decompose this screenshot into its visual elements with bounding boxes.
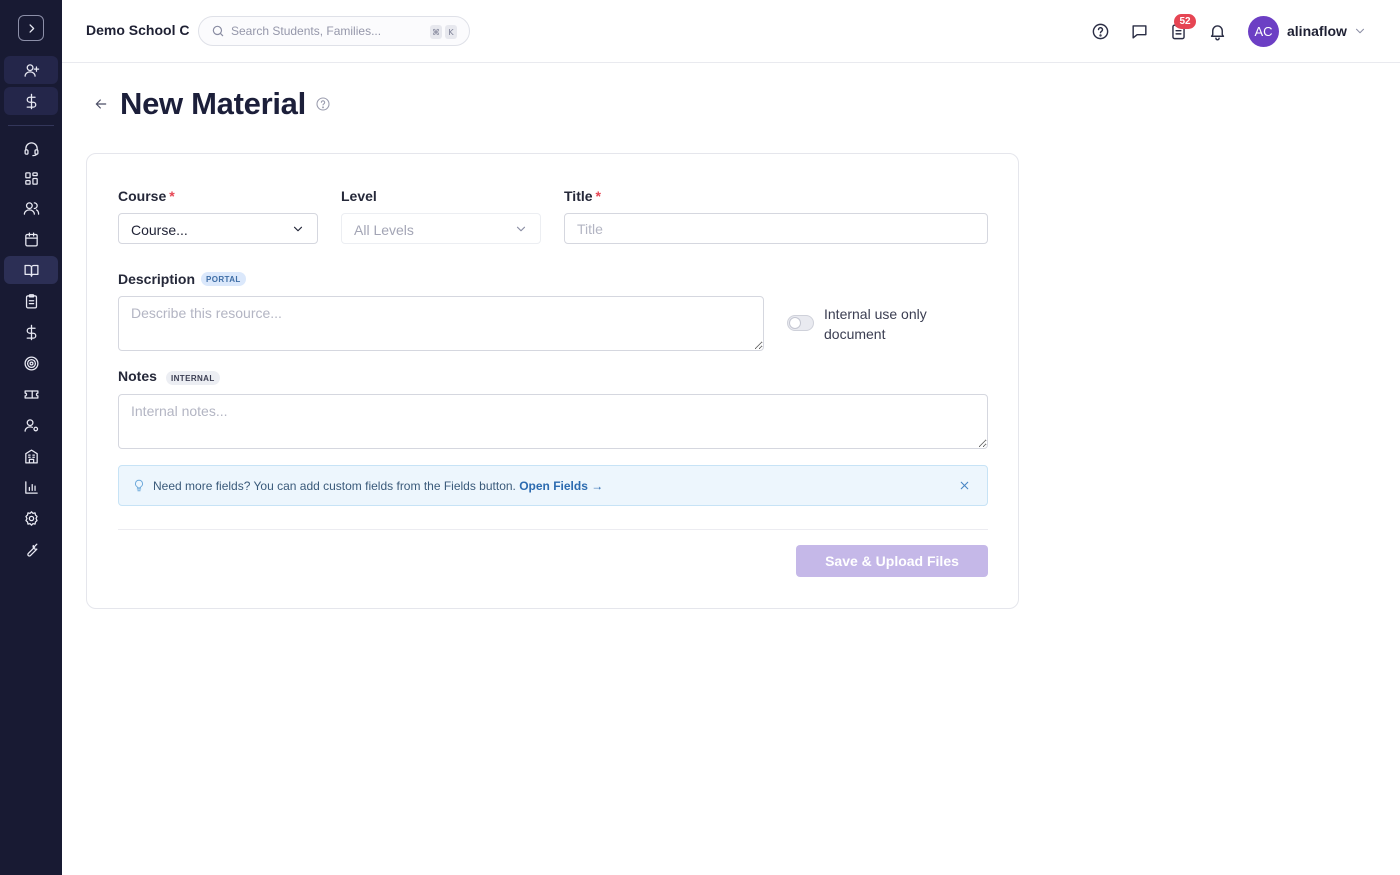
message-square-icon	[1131, 24, 1147, 39]
chevron-down-icon[interactable]	[1353, 24, 1367, 43]
gear-icon	[24, 510, 38, 526]
dollar-icon	[26, 93, 36, 109]
close-icon[interactable]	[958, 479, 971, 497]
title-label-text: Title	[564, 188, 593, 204]
sidebar-item-people[interactable]	[4, 194, 58, 222]
clipboard-icon	[25, 293, 37, 309]
notes-textarea[interactable]	[118, 394, 988, 449]
required-marker: *	[169, 188, 175, 204]
sidebar-item-support[interactable]	[4, 134, 58, 162]
headset-icon	[23, 141, 39, 156]
internal-badge: INTERNAL	[166, 371, 220, 385]
ticket-icon	[23, 389, 39, 399]
portal-badge: PORTAL	[201, 272, 246, 286]
course-select[interactable]: Course...	[118, 213, 318, 244]
sidebar-item-reports[interactable]	[4, 473, 58, 501]
username[interactable]: alinaflow	[1287, 23, 1347, 39]
sidebar-item-assignments[interactable]	[4, 287, 58, 315]
book-open-icon	[23, 264, 39, 277]
dollar-icon	[26, 324, 36, 340]
course-label: Course *	[118, 188, 175, 204]
sidebar-item-add-user[interactable]	[4, 56, 58, 84]
user-cog-icon	[23, 418, 38, 432]
sidebar-item-buildings[interactable]	[4, 442, 58, 470]
shortcut-key-cmd: ⌘	[430, 25, 442, 39]
avatar[interactable]: AC	[1248, 16, 1279, 47]
messages-button[interactable]	[1128, 20, 1150, 42]
search-icon	[211, 24, 225, 43]
sidebar	[0, 0, 62, 875]
save-upload-button[interactable]: Save & Upload Files	[796, 545, 988, 577]
sidebar-item-finance[interactable]	[4, 318, 58, 346]
course-select-value: Course...	[131, 222, 188, 238]
arrow-left-icon	[95, 99, 107, 109]
building-icon	[24, 448, 38, 464]
users-icon	[23, 201, 39, 215]
sidebar-divider	[8, 125, 54, 126]
level-select-value: All Levels	[354, 222, 414, 238]
title-label: Title *	[564, 188, 601, 204]
search-input[interactable]	[231, 24, 421, 38]
sidebar-item-billing[interactable]	[4, 87, 58, 115]
level-select[interactable]: All Levels	[341, 213, 541, 244]
toggle-knob	[790, 318, 800, 328]
chevron-down-icon	[291, 222, 305, 241]
back-button[interactable]	[92, 95, 110, 113]
wrench-icon	[26, 543, 37, 557]
sidebar-item-dashboard[interactable]	[4, 164, 58, 192]
dashboard-icon	[24, 171, 38, 185]
calendar-icon	[24, 231, 38, 247]
description-label: Description	[118, 271, 196, 287]
sidebar-item-goals[interactable]	[4, 349, 58, 377]
sidebar-item-user-settings[interactable]	[4, 411, 58, 439]
shortcut-key-k: K	[445, 25, 457, 39]
topbar: Demo School C ⌘ K 52 AC alinaflow	[62, 0, 1400, 63]
title-input[interactable]	[564, 213, 988, 244]
notes-label: Notes	[118, 368, 157, 384]
school-name[interactable]: Demo School C	[86, 22, 189, 38]
tasks-count-badge: 52	[1174, 14, 1196, 29]
sidebar-item-tickets[interactable]	[4, 380, 58, 408]
card-divider	[118, 529, 988, 530]
required-marker: *	[595, 188, 601, 204]
help-circle-icon	[1092, 23, 1108, 39]
help-button[interactable]	[1089, 20, 1111, 42]
material-form-card: Course * Course... Level All Levels Title…	[86, 153, 1019, 609]
bell-icon	[1210, 24, 1224, 40]
expand-sidebar-button[interactable]	[18, 15, 44, 41]
sidebar-item-calendar[interactable]	[4, 225, 58, 253]
chevron-down-icon	[514, 222, 528, 241]
bar-chart-icon	[24, 480, 38, 494]
page-title: New Material	[120, 86, 306, 121]
help-circle-icon[interactable]	[315, 96, 331, 117]
sidebar-item-settings[interactable]	[4, 504, 58, 532]
target-icon	[23, 355, 39, 371]
open-fields-link[interactable]: Open Fields →	[519, 479, 603, 493]
search-box[interactable]: ⌘ K	[198, 16, 470, 46]
info-message-text: Need more fields? You can add custom fie…	[153, 479, 516, 493]
sidebar-item-materials[interactable]	[4, 256, 58, 284]
user-plus-icon	[23, 63, 39, 77]
level-label: Level	[341, 188, 377, 204]
custom-fields-info-banner: Need more fields? You can add custom fie…	[118, 465, 988, 506]
info-message: Need more fields? You can add custom fie…	[153, 479, 603, 493]
lightbulb-icon	[132, 478, 146, 498]
course-label-text: Course	[118, 188, 167, 204]
sidebar-item-tools[interactable]	[4, 535, 58, 563]
description-textarea[interactable]	[118, 296, 764, 351]
internal-use-toggle[interactable]	[787, 315, 814, 331]
notifications-button[interactable]	[1206, 20, 1228, 42]
chevron-right-icon	[28, 23, 34, 33]
internal-use-label: Internal use only document	[824, 306, 927, 342]
